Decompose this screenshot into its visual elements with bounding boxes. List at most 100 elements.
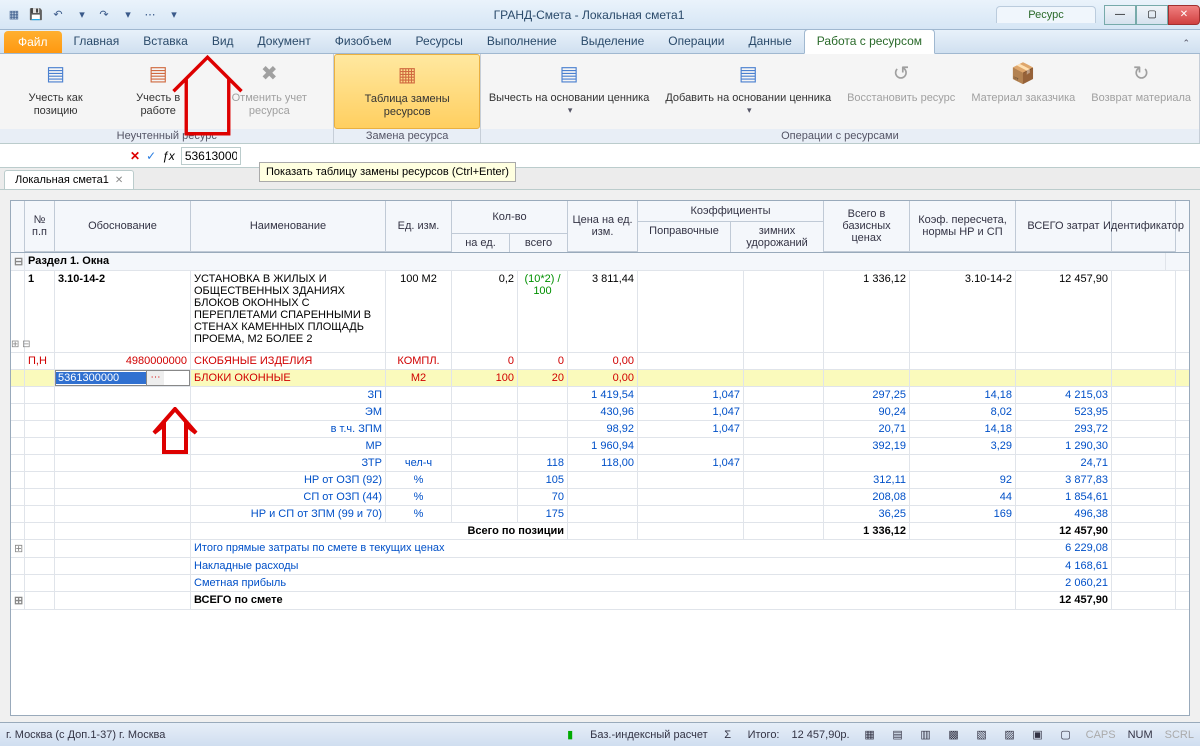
app-title: ГРАНД-Смета - Локальная смета1: [182, 8, 996, 22]
status-total-label: Итого:: [748, 729, 780, 741]
qat-more-icon[interactable]: ⋯: [142, 7, 158, 23]
return-icon: ↻: [1125, 58, 1157, 90]
summary-row[interactable]: Накладные расходы4 168,61: [11, 558, 1189, 575]
undo-icon[interactable]: ↶: [50, 7, 66, 23]
tab-data[interactable]: Данные: [736, 30, 803, 53]
position-row[interactable]: 1 3.10-14-2 УСТАНОВКА В ЖИЛЫХ И ОБЩЕСТВЕ…: [11, 271, 1189, 353]
code-input[interactable]: [56, 372, 146, 384]
quick-access-toolbar: ▦ 💾 ↶ ▾ ↷ ▾ ⋯ ▾: [0, 7, 182, 23]
group-unaccounted: ▤Учесть как позицию ▤Учесть в работе ✖От…: [0, 54, 334, 143]
ribbon: ▤Учесть как позицию ▤Учесть в работе ✖От…: [0, 54, 1200, 144]
group-replace: ▦Таблица замены ресурсов Замена ресурса: [334, 54, 480, 143]
fx-icon[interactable]: ƒx: [162, 149, 175, 163]
view-icon[interactable]: ▤: [890, 727, 906, 743]
new-icon[interactable]: ▦: [6, 7, 22, 23]
btn-customer-material: 📦Материал заказчика: [963, 54, 1083, 129]
chevron-down-icon[interactable]: ▾: [74, 7, 90, 23]
calc-row[interactable]: НР от ОЗП (92) % 105 312,11 92 3 877,83: [11, 472, 1189, 489]
document-tab[interactable]: Локальная смета1 ✕: [4, 170, 134, 189]
btn-subtract[interactable]: ▤Вычесть на основании ценника▾: [481, 54, 658, 129]
restore-icon: ↺: [885, 58, 917, 90]
tab-document[interactable]: Документ: [246, 30, 323, 53]
resource-row[interactable]: П,Н 4980000000 СКОБЯНЫЕ ИЗДЕЛИЯ КОМПЛ. 0…: [11, 353, 1189, 370]
tab-operations[interactable]: Операции: [656, 30, 736, 53]
code-input-box[interactable]: ⋯: [55, 370, 190, 386]
minimize-button[interactable]: —: [1104, 5, 1136, 25]
caps-indicator: CAPS: [1086, 729, 1116, 741]
calc-row[interactable]: ЗТР чел-ч 118 118,00 1,047 24,71: [11, 455, 1189, 472]
tab-physvol[interactable]: Физобъем: [323, 30, 404, 53]
redo-icon[interactable]: ↷: [96, 7, 112, 23]
btn-return-material: ↻Возврат материала: [1083, 54, 1199, 129]
grand-total-row[interactable]: ⊞ВСЕГО по смете12 457,90: [11, 592, 1189, 610]
btn-replace-table[interactable]: ▦Таблица замены ресурсов: [334, 54, 479, 129]
tab-selection[interactable]: Выделение: [569, 30, 657, 53]
view-icon[interactable]: ▥: [918, 727, 934, 743]
scrl-indicator: SCRL: [1165, 729, 1194, 741]
btn-in-work[interactable]: ▤Учесть в работе: [111, 54, 205, 129]
expand-icon[interactable]: ⊞ ⊟: [11, 339, 31, 350]
cancel-icon[interactable]: ✕: [130, 149, 140, 163]
summary-row[interactable]: Сметная прибыль2 060,21: [11, 575, 1189, 592]
view-icon[interactable]: ▨: [1002, 727, 1018, 743]
document-tab-label: Локальная смета1: [15, 174, 109, 186]
summary-row[interactable]: ⊞Итого прямые затраты по смете в текущих…: [11, 540, 1189, 558]
calc-row[interactable]: ЗП 1 419,54 1,047 297,25 14,18 4 215,03: [11, 387, 1189, 404]
sigma-icon: Σ: [720, 727, 736, 743]
num-indicator: NUM: [1128, 729, 1153, 741]
tab-file[interactable]: Файл: [4, 31, 62, 53]
grid-body[interactable]: ⊟ Раздел 1. Окна 1 3.10-14-2 УСТАНОВКА В…: [11, 253, 1189, 610]
calc-row[interactable]: ЭМ 430,96 1,047 90,24 8,02 523,95: [11, 404, 1189, 421]
minus-list-icon: ▤: [553, 58, 585, 90]
chevron-down-icon: ▾: [747, 105, 752, 116]
tab-view[interactable]: Вид: [200, 30, 246, 53]
view-icon[interactable]: ▢: [1058, 727, 1074, 743]
close-icon[interactable]: ✕: [115, 175, 123, 186]
group-operations: ▤Вычесть на основании ценника▾ ▤Добавить…: [481, 54, 1200, 143]
ellipsis-button[interactable]: ⋯: [146, 371, 164, 385]
btn-undo-account: ✖Отменить учет ресурса: [205, 54, 333, 129]
grid-header: № п.п Обоснование Наименование Ед. изм. …: [11, 201, 1189, 253]
formula-input[interactable]: [181, 147, 241, 165]
chevron-down-icon[interactable]: ▾: [120, 7, 136, 23]
tab-insert[interactable]: Вставка: [131, 30, 200, 53]
calc-row[interactable]: НР и СП от ЗПМ (99 и 70) % 175 36,25 169…: [11, 506, 1189, 523]
tab-main[interactable]: Главная: [62, 30, 132, 53]
btn-restore: ↺Восстановить ресурс: [839, 54, 963, 129]
group-label: Операции с ресурсами: [481, 129, 1199, 143]
table-icon: ▦: [391, 59, 423, 91]
view-icon[interactable]: ▦: [862, 727, 878, 743]
section-row[interactable]: ⊟ Раздел 1. Окна: [11, 253, 1189, 271]
tab-work-with-resource[interactable]: Работа с ресурсом: [804, 29, 935, 54]
resource-row-selected[interactable]: ⋯ БЛОКИ ОКОННЫЕ М2 100 20 0,00: [11, 370, 1189, 387]
accept-icon[interactable]: ✓: [146, 149, 156, 163]
calc-row[interactable]: МР 1 960,94 392,19 3,29 1 290,30: [11, 438, 1189, 455]
status-base: г. Москва (с Доп.1-37) г. Москва: [6, 729, 165, 741]
window-controls: — ▢ ✕: [1104, 5, 1200, 25]
chevron-down-icon: ▾: [568, 105, 573, 116]
status-mode[interactable]: Баз.-индексный расчет: [590, 729, 707, 741]
title-bar: ▦ 💾 ↶ ▾ ↷ ▾ ⋯ ▾ ГРАНД-Смета - Локальная …: [0, 0, 1200, 30]
tab-execution[interactable]: Выполнение: [475, 30, 569, 53]
total-row[interactable]: Всего по позиции 1 336,12 12 457,90: [11, 523, 1189, 540]
data-grid[interactable]: № п.п Обоснование Наименование Ед. изм. …: [10, 200, 1190, 716]
group-label: Замена ресурса: [334, 129, 479, 143]
view-icon[interactable]: ▧: [974, 727, 990, 743]
btn-as-position[interactable]: ▤Учесть как позицию: [0, 54, 111, 129]
btn-add[interactable]: ▤Добавить на основании ценника▾: [657, 54, 839, 129]
chevron-down-icon[interactable]: ▾: [166, 7, 182, 23]
calc-row[interactable]: в т.ч. ЗПМ 98,92 1,047 20,71 14,18 293,7…: [11, 421, 1189, 438]
tab-resources[interactable]: Ресурсы: [404, 30, 475, 53]
status-bar: г. Москва (с Доп.1-37) г. Москва ▮ Баз.-…: [0, 722, 1200, 746]
collapse-ribbon-icon[interactable]: ⌃: [1172, 38, 1200, 53]
save-icon[interactable]: 💾: [28, 7, 44, 23]
calc-row[interactable]: СП от ОЗП (44) % 70 208,08 44 1 854,61: [11, 489, 1189, 506]
document-tabs: Локальная смета1 ✕: [0, 168, 1200, 190]
view-icon[interactable]: ▣: [1030, 727, 1046, 743]
close-button[interactable]: ✕: [1168, 5, 1200, 25]
maximize-button[interactable]: ▢: [1136, 5, 1168, 25]
collapse-icon[interactable]: ⊟: [11, 253, 25, 270]
view-icon[interactable]: ▩: [946, 727, 962, 743]
list-icon: ▤: [40, 58, 72, 90]
group-label: Неучтенный ресурс: [0, 129, 333, 143]
